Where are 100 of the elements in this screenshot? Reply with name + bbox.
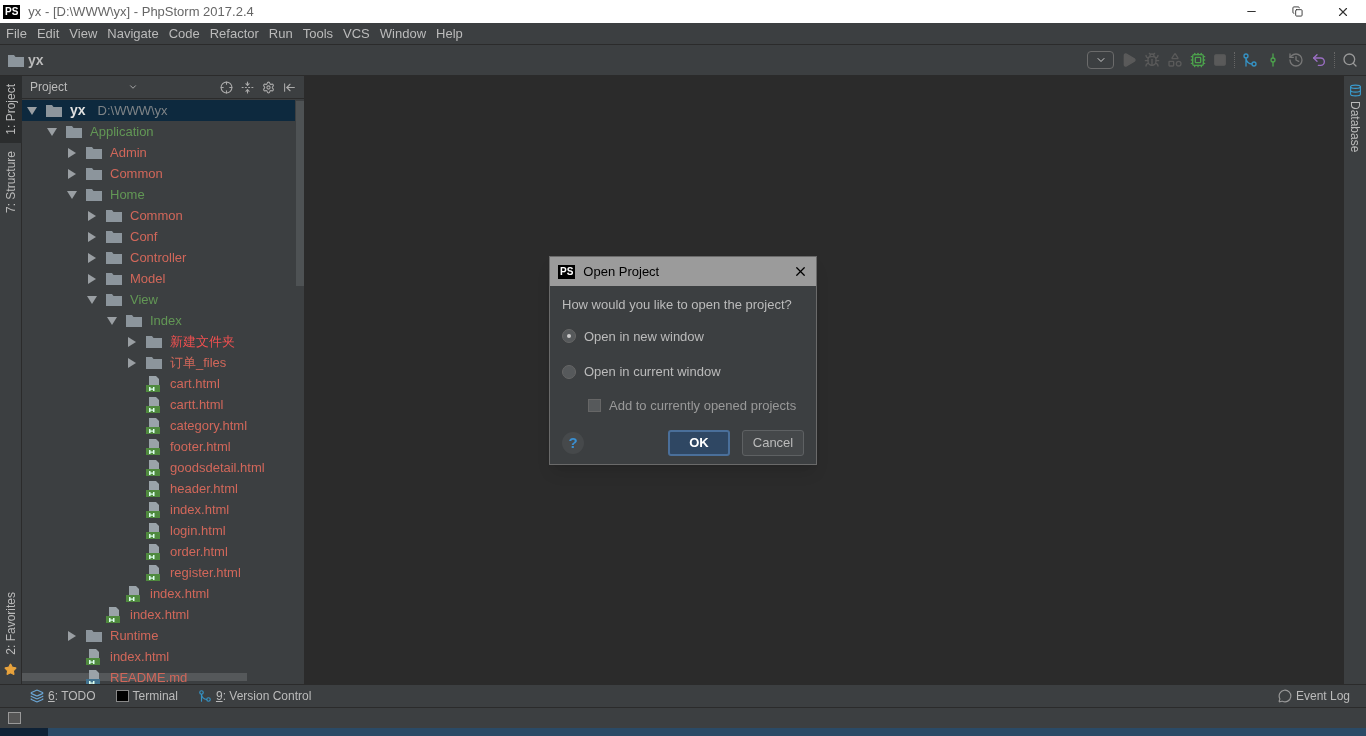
- menu-item[interactable]: Tools: [297, 23, 339, 44]
- html-file-icon: [146, 459, 162, 476]
- breadcrumb[interactable]: yx: [8, 49, 44, 71]
- expanded-arrow-icon[interactable]: [106, 314, 118, 327]
- collapsed-arrow-icon[interactable]: [66, 146, 78, 159]
- tree-item-label: header.html: [170, 479, 238, 498]
- tree-row[interactable]: cartt.html: [22, 394, 295, 415]
- horizontal-scrollbar[interactable]: [22, 673, 247, 681]
- event-log-button[interactable]: Event Log: [1277, 687, 1350, 705]
- menu-item[interactable]: Window: [374, 23, 432, 44]
- collapsed-arrow-icon[interactable]: [126, 356, 138, 369]
- html-file-icon: [146, 543, 162, 560]
- collapsed-arrow-icon[interactable]: [66, 629, 78, 642]
- revert-icon[interactable]: [1311, 52, 1327, 68]
- vertical-scrollbar[interactable]: [296, 101, 304, 286]
- expanded-arrow-icon[interactable]: [66, 188, 78, 201]
- checkbox[interactable]: [588, 398, 601, 412]
- tree-row[interactable]: Admin: [22, 142, 295, 163]
- menu-item[interactable]: Edit: [31, 23, 65, 44]
- tree-row[interactable]: footer.html: [22, 436, 295, 457]
- tool-window-tab[interactable]: 7: Structure: [0, 142, 22, 221]
- search-icon[interactable]: [1342, 52, 1358, 68]
- tree-row[interactable]: 订单_files: [22, 352, 295, 373]
- collapsed-arrow-icon[interactable]: [86, 209, 98, 222]
- tool-window-tab[interactable]: 2: Favorites: [0, 584, 22, 663]
- tool-window-tab[interactable]: Database: [1346, 101, 1364, 160]
- folder-icon: [66, 125, 82, 138]
- tree-row[interactable]: Index: [22, 310, 295, 331]
- tree-row[interactable]: 新建文件夹: [22, 331, 295, 352]
- tree-row[interactable]: Application: [22, 121, 295, 142]
- tree-row[interactable]: index.html: [22, 499, 295, 520]
- ok-button[interactable]: OK: [668, 430, 730, 456]
- speech-bubble-icon: [1277, 689, 1292, 703]
- tree-item-label: goodsdetail.html: [170, 458, 265, 477]
- tree-row[interactable]: order.html: [22, 541, 295, 562]
- hide-panel-icon[interactable]: [283, 80, 296, 94]
- project-view-dropdown[interactable]: Project: [30, 78, 138, 96]
- radio-button[interactable]: [562, 329, 576, 344]
- tool-window-tab[interactable]: 1: Project: [0, 76, 22, 143]
- help-button[interactable]: ?: [562, 432, 584, 454]
- tree-row[interactable]: Common: [22, 163, 295, 184]
- dialog-title: Open Project: [583, 262, 660, 281]
- tool-window-button[interactable]: 6: TODO: [30, 687, 96, 705]
- checkbox-option[interactable]: Add to currently opened projects: [588, 395, 804, 415]
- tree-row[interactable]: yx D:\WWW\yx: [22, 100, 295, 121]
- tree-row[interactable]: Controller: [22, 247, 295, 268]
- vcs-update-icon[interactable]: [1242, 52, 1258, 68]
- tree-row[interactable]: Common: [22, 205, 295, 226]
- tree-item-label: Controller: [130, 248, 187, 267]
- cancel-button[interactable]: Cancel: [742, 430, 804, 456]
- close-button[interactable]: [793, 264, 808, 279]
- tree-item-label: footer.html: [170, 437, 231, 456]
- tree-row[interactable]: index.html: [22, 646, 295, 667]
- tree-row[interactable]: index.html: [22, 604, 295, 625]
- tree-row[interactable]: index.html: [22, 583, 295, 604]
- menu-item[interactable]: Help: [431, 23, 468, 44]
- tree-row[interactable]: login.html: [22, 520, 295, 541]
- expanded-arrow-icon[interactable]: [26, 104, 38, 117]
- tree-row[interactable]: header.html: [22, 478, 295, 499]
- tree-row[interactable]: goodsdetail.html: [22, 457, 295, 478]
- collapsed-arrow-icon[interactable]: [126, 335, 138, 348]
- menu-item[interactable]: Navigate: [102, 23, 164, 44]
- tree-row[interactable]: Model: [22, 268, 295, 289]
- tree-row[interactable]: register.html: [22, 562, 295, 583]
- radio-button[interactable]: [562, 364, 576, 379]
- tree-row[interactable]: category.html: [22, 415, 295, 436]
- tree-row[interactable]: View: [22, 289, 295, 310]
- tree-item-label: login.html: [170, 521, 226, 540]
- tool-window-button[interactable]: 9: Version Control: [197, 687, 312, 705]
- menu-item[interactable]: Run: [263, 23, 298, 44]
- close-icon: [793, 264, 808, 279]
- dialog-question: How would you like to open the project?: [562, 296, 793, 314]
- expanded-arrow-icon[interactable]: [46, 125, 58, 138]
- tree-row[interactable]: Runtime: [22, 625, 295, 646]
- menu-item[interactable]: File: [1, 23, 32, 44]
- run-configuration-dropdown[interactable]: [1087, 51, 1114, 69]
- settings-icon[interactable]: [262, 80, 275, 94]
- tree-item-label: index.html: [110, 647, 170, 666]
- expanded-arrow-icon[interactable]: [86, 293, 98, 306]
- toggle-tool-buttons-icon[interactable]: [8, 712, 21, 724]
- collapse-all-icon[interactable]: [241, 80, 254, 94]
- locate-icon[interactable]: [220, 80, 233, 94]
- tree-item-label: 新建文件夹: [170, 332, 235, 351]
- tree-row[interactable]: Home: [22, 184, 295, 205]
- tool-window-button[interactable]: Terminal: [115, 687, 178, 705]
- todo-icon: [30, 689, 44, 703]
- collapsed-arrow-icon[interactable]: [86, 272, 98, 285]
- collapsed-arrow-icon[interactable]: [86, 230, 98, 243]
- menu-item[interactable]: View: [64, 23, 103, 44]
- folder-icon: [106, 293, 122, 306]
- menu-item[interactable]: Code: [163, 23, 205, 44]
- collapsed-arrow-icon[interactable]: [86, 251, 98, 264]
- radio-option[interactable]: Open in current window: [562, 362, 804, 382]
- collapsed-arrow-icon[interactable]: [66, 167, 78, 180]
- menu-item[interactable]: VCS: [338, 23, 375, 44]
- tree-row[interactable]: cart.html: [22, 373, 295, 394]
- history-icon[interactable]: [1288, 52, 1304, 68]
- menu-item[interactable]: Refactor: [204, 23, 264, 44]
- tree-row[interactable]: Conf: [22, 226, 295, 247]
- radio-option[interactable]: Open in new window: [562, 326, 804, 346]
